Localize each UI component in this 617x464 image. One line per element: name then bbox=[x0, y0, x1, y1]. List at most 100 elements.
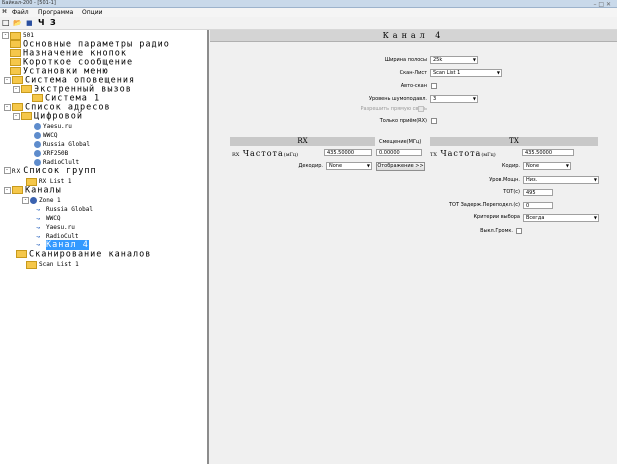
contact-label: XRF250B bbox=[43, 150, 69, 157]
vox-label: Выкл.Громк. bbox=[480, 228, 513, 234]
bandwidth-select[interactable]: 25k bbox=[430, 56, 478, 64]
contact-item[interactable]: XRF250B bbox=[34, 149, 68, 158]
tree-item-group-list[interactable]: - RX Список групп bbox=[4, 167, 97, 176]
rx-freq-text: Частота bbox=[242, 149, 284, 158]
contact-label: Yaesu.ru bbox=[43, 123, 72, 130]
tot-input[interactable]: 495 bbox=[523, 189, 553, 196]
tree-panel: -501 Основные параметры радио Назначение… bbox=[0, 30, 209, 464]
offset-label: Смещение(МГц) bbox=[379, 139, 422, 145]
tree-item-scan-list[interactable]: Scan List 1 bbox=[26, 260, 79, 269]
tree-item-label: Scan List 1 bbox=[39, 261, 79, 268]
channel-item[interactable]: ↝ Yaesu.ru bbox=[36, 223, 75, 232]
offset-input[interactable]: 0.00000 bbox=[376, 149, 422, 156]
channel-icon: ↝ bbox=[36, 223, 41, 232]
encoder-select[interactable]: None bbox=[523, 162, 571, 170]
tot-label: TOT(с) bbox=[503, 189, 520, 195]
collapse-icon[interactable]: - bbox=[4, 167, 11, 174]
channel-item[interactable]: ↝ WWCQ bbox=[36, 214, 60, 223]
app-menu-icon[interactable]: ⌘ bbox=[2, 9, 7, 16]
power-select[interactable]: Низ. bbox=[523, 176, 599, 184]
collapse-icon[interactable]: - bbox=[13, 85, 20, 93]
rx-only-checkbox[interactable] bbox=[431, 118, 437, 124]
tree-item-label: Каналы bbox=[25, 185, 62, 196]
bandwidth-label: Ширина полосы bbox=[384, 57, 427, 63]
tree-item-label: Сканирование каналов bbox=[29, 249, 152, 260]
write-radio-button[interactable]: З bbox=[50, 18, 56, 28]
reverse-button[interactable]: Отображение >> bbox=[376, 162, 425, 171]
menu-file[interactable]: Файл bbox=[12, 9, 29, 16]
decoder-select[interactable]: None bbox=[326, 162, 372, 170]
channel-item[interactable]: ↝ Russia Global bbox=[36, 205, 93, 214]
save-icon[interactable]: ■ bbox=[26, 18, 33, 28]
rx-freq-unit: (мГц) bbox=[283, 152, 299, 158]
new-file-icon[interactable]: □ bbox=[2, 18, 10, 28]
admit-criteria-label: Критерии выбора bbox=[473, 214, 521, 220]
tx-section-header: TX bbox=[430, 137, 598, 146]
contact-icon bbox=[34, 159, 41, 166]
tot-rekey-input[interactable]: 0 bbox=[523, 202, 553, 209]
talkaround-checkbox bbox=[418, 106, 424, 112]
channel-icon: ↝ bbox=[36, 232, 41, 241]
collapse-icon[interactable]: - bbox=[22, 197, 29, 204]
window-title: Байкал-200 - [501-1] bbox=[2, 0, 56, 6]
open-folder-icon[interactable]: 📂 bbox=[13, 18, 22, 28]
channel-editor: Канал 4 Ширина полосы 25k Скан-Лист Scan… bbox=[210, 30, 617, 464]
tx-freq-label: TX Частота(мГц) bbox=[430, 149, 496, 160]
contact-label: WWCQ bbox=[43, 132, 58, 139]
tx-prefix: TX bbox=[430, 152, 437, 158]
tree-item-label: Список групп bbox=[23, 166, 97, 176]
menu-bar: ⌘ Файл Программа Опции bbox=[0, 8, 617, 17]
tree-item-channels[interactable]: - Каналы bbox=[4, 186, 62, 196]
auto-scan-checkbox[interactable] bbox=[431, 83, 437, 89]
window-controls[interactable]: – □ ✕ bbox=[593, 1, 611, 8]
collapse-icon[interactable]: - bbox=[2, 32, 9, 39]
rx-frequency-input[interactable]: 435.50000 bbox=[324, 149, 372, 156]
collapse-icon[interactable]: - bbox=[4, 186, 11, 194]
contact-item[interactable]: Yaesu.ru bbox=[34, 122, 72, 131]
contact-icon bbox=[34, 150, 41, 157]
admit-criteria-select[interactable]: Всегда bbox=[523, 214, 599, 222]
tree-item-digital[interactable]: - Цифровой bbox=[13, 112, 83, 122]
folder-icon bbox=[10, 67, 21, 75]
contact-icon bbox=[34, 141, 41, 148]
channel-label: Russia Global bbox=[46, 206, 93, 213]
squelch-label: Уровень шумоподавл. bbox=[368, 96, 427, 102]
folder-icon bbox=[21, 85, 32, 93]
tree-root-label: 501 bbox=[23, 32, 34, 39]
contact-item[interactable]: Russia Global bbox=[34, 140, 90, 149]
tree-item-label: RX List 1 bbox=[39, 178, 72, 185]
menu-options[interactable]: Опции bbox=[82, 9, 103, 16]
scan-list-select[interactable]: Scan List 1 bbox=[430, 69, 502, 77]
rx-prefix: RX bbox=[232, 152, 240, 158]
folder-icon bbox=[26, 260, 37, 269]
folder-icon bbox=[12, 103, 23, 111]
page-title: Канал 4 bbox=[210, 30, 617, 42]
rx-group-icon: RX bbox=[12, 168, 22, 175]
zone-icon bbox=[30, 197, 37, 204]
folder-icon bbox=[32, 94, 43, 102]
contact-item[interactable]: WWCQ bbox=[34, 131, 57, 140]
scan-list-label: Скан-Лист bbox=[399, 70, 427, 76]
folder-icon bbox=[10, 58, 21, 66]
encoder-label: Кодир. bbox=[501, 163, 520, 169]
collapse-icon[interactable]: - bbox=[4, 76, 11, 84]
contact-label: RadioClult bbox=[43, 159, 80, 166]
tree-item-label: Zone 1 bbox=[39, 197, 61, 204]
folder-icon bbox=[26, 177, 37, 186]
power-label: Уров.Мощн. bbox=[489, 177, 520, 183]
tree-item-zone[interactable]: - Zone 1 bbox=[22, 196, 61, 205]
channel-icon: ↝ bbox=[36, 205, 41, 214]
tx-frequency-input[interactable]: 435.50000 bbox=[522, 149, 574, 156]
tree-item-scan[interactable]: Сканирование каналов bbox=[16, 250, 151, 260]
vox-checkbox[interactable] bbox=[516, 228, 522, 234]
title-bar: Байкал-200 - [501-1] – □ ✕ bbox=[0, 0, 617, 8]
collapse-icon[interactable]: - bbox=[13, 112, 20, 120]
menu-program[interactable]: Программа bbox=[38, 9, 73, 16]
folder-icon bbox=[21, 112, 32, 120]
collapse-icon[interactable]: - bbox=[4, 103, 11, 111]
read-radio-button[interactable]: Ч bbox=[38, 18, 44, 28]
squelch-select[interactable]: 3 bbox=[430, 95, 478, 103]
folder-icon bbox=[10, 49, 21, 57]
folder-icon bbox=[10, 40, 21, 48]
channel-label: Yaesu.ru bbox=[46, 224, 75, 231]
